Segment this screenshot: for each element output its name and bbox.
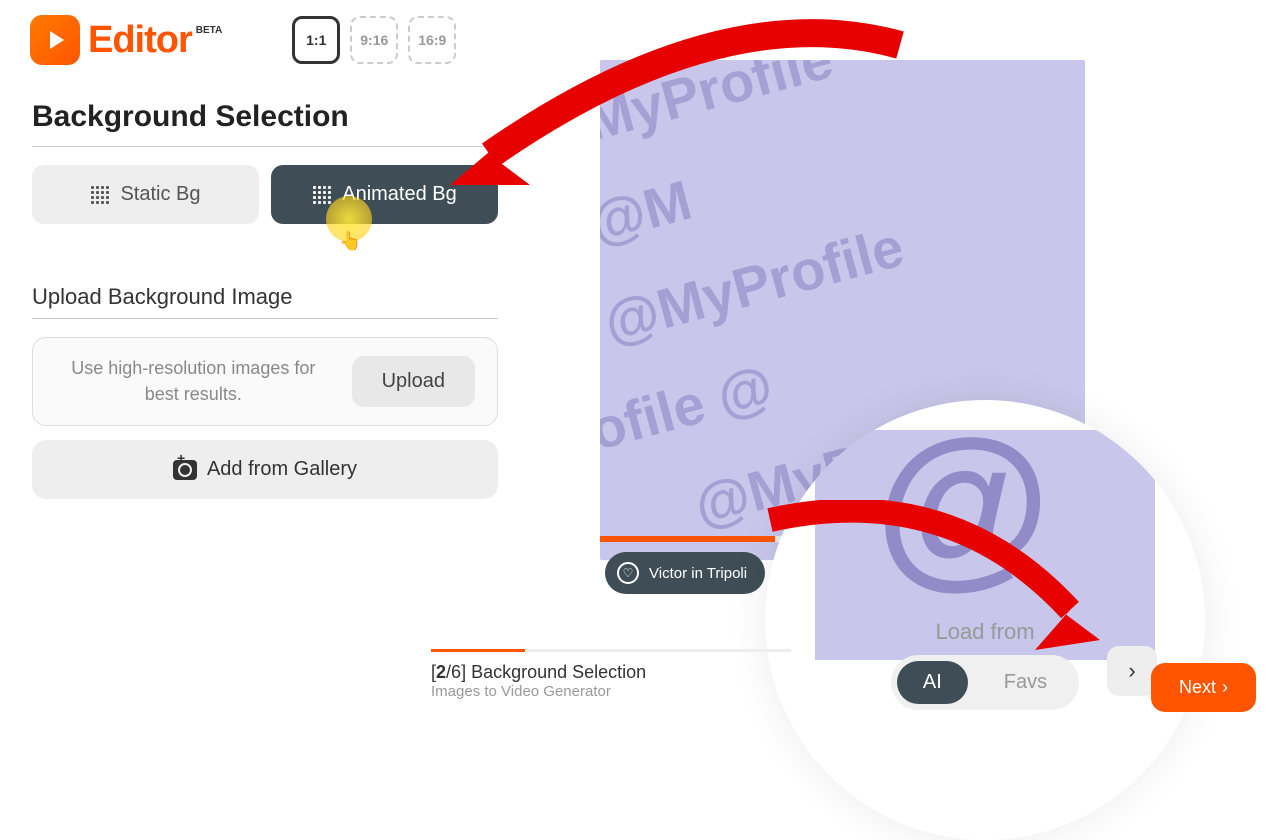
step-subtitle: Images to Video Generator — [431, 683, 646, 700]
divider — [32, 146, 498, 147]
static-bg-button[interactable]: Static Bg — [32, 165, 259, 224]
logo: Editor BETA — [30, 15, 222, 65]
upload-section: Upload Background Image Use high-resolut… — [32, 284, 498, 499]
upload-hint: Use high-resolution images for best resu… — [55, 356, 332, 406]
load-from-label: Load from — [765, 619, 1205, 645]
favs-pill[interactable]: Favs — [978, 661, 1073, 704]
bg-type-toggle: Static Bg Animated Bg 👆 — [32, 165, 498, 224]
upload-box: Use high-resolution images for best resu… — [32, 337, 498, 426]
step-title: [2/6] Background Selection — [431, 662, 646, 683]
upload-button[interactable]: Upload — [352, 356, 475, 407]
caption-chip[interactable]: ♡ Victor in Tripoli — [605, 552, 765, 594]
step-progress — [431, 649, 791, 652]
app-header: Editor BETA 1:1 9:16 16:9 — [0, 0, 530, 80]
cursor-hand-icon: 👆 — [339, 231, 361, 252]
add-from-gallery-button[interactable]: Add from Gallery — [32, 440, 498, 499]
next-chevron-button[interactable]: › — [1107, 646, 1157, 696]
chevron-right-icon: › — [1222, 677, 1228, 698]
divider — [32, 318, 498, 319]
aspect-ratio-group: 1:1 9:16 16:9 — [292, 16, 456, 64]
heart-icon: ♡ — [617, 562, 639, 584]
caption-text: Victor in Tripoli — [649, 565, 747, 582]
background-section: Background Selection Static Bg Animated … — [0, 80, 530, 519]
brand-name: Editor — [88, 19, 192, 62]
animated-bg-button[interactable]: Animated Bg 👆 — [271, 165, 498, 224]
at-symbol: @ — [875, 430, 1051, 607]
footer-info: [2/6] Background Selection Images to Vid… — [431, 662, 646, 700]
play-logo-icon — [30, 15, 80, 65]
aspect-16-9[interactable]: 16:9 — [408, 16, 456, 64]
chevron-right-icon: › — [1128, 658, 1135, 684]
ai-pill[interactable]: AI — [897, 661, 968, 704]
next-button[interactable]: Next › — [1151, 663, 1256, 712]
zoom-detail: @ Load from AI Favs › — [765, 400, 1205, 840]
animated-icon — [312, 185, 332, 205]
beta-badge: BETA — [196, 25, 222, 36]
static-icon — [90, 185, 110, 205]
source-pills: AI Favs — [891, 655, 1079, 710]
left-panel: Editor BETA 1:1 9:16 16:9 Background Sel… — [0, 0, 530, 720]
upload-title: Upload Background Image — [32, 284, 498, 310]
camera-plus-icon — [173, 460, 197, 480]
section-title: Background Selection — [32, 100, 498, 134]
aspect-1-1[interactable]: 1:1 — [292, 16, 340, 64]
aspect-9-16[interactable]: 9:16 — [350, 16, 398, 64]
